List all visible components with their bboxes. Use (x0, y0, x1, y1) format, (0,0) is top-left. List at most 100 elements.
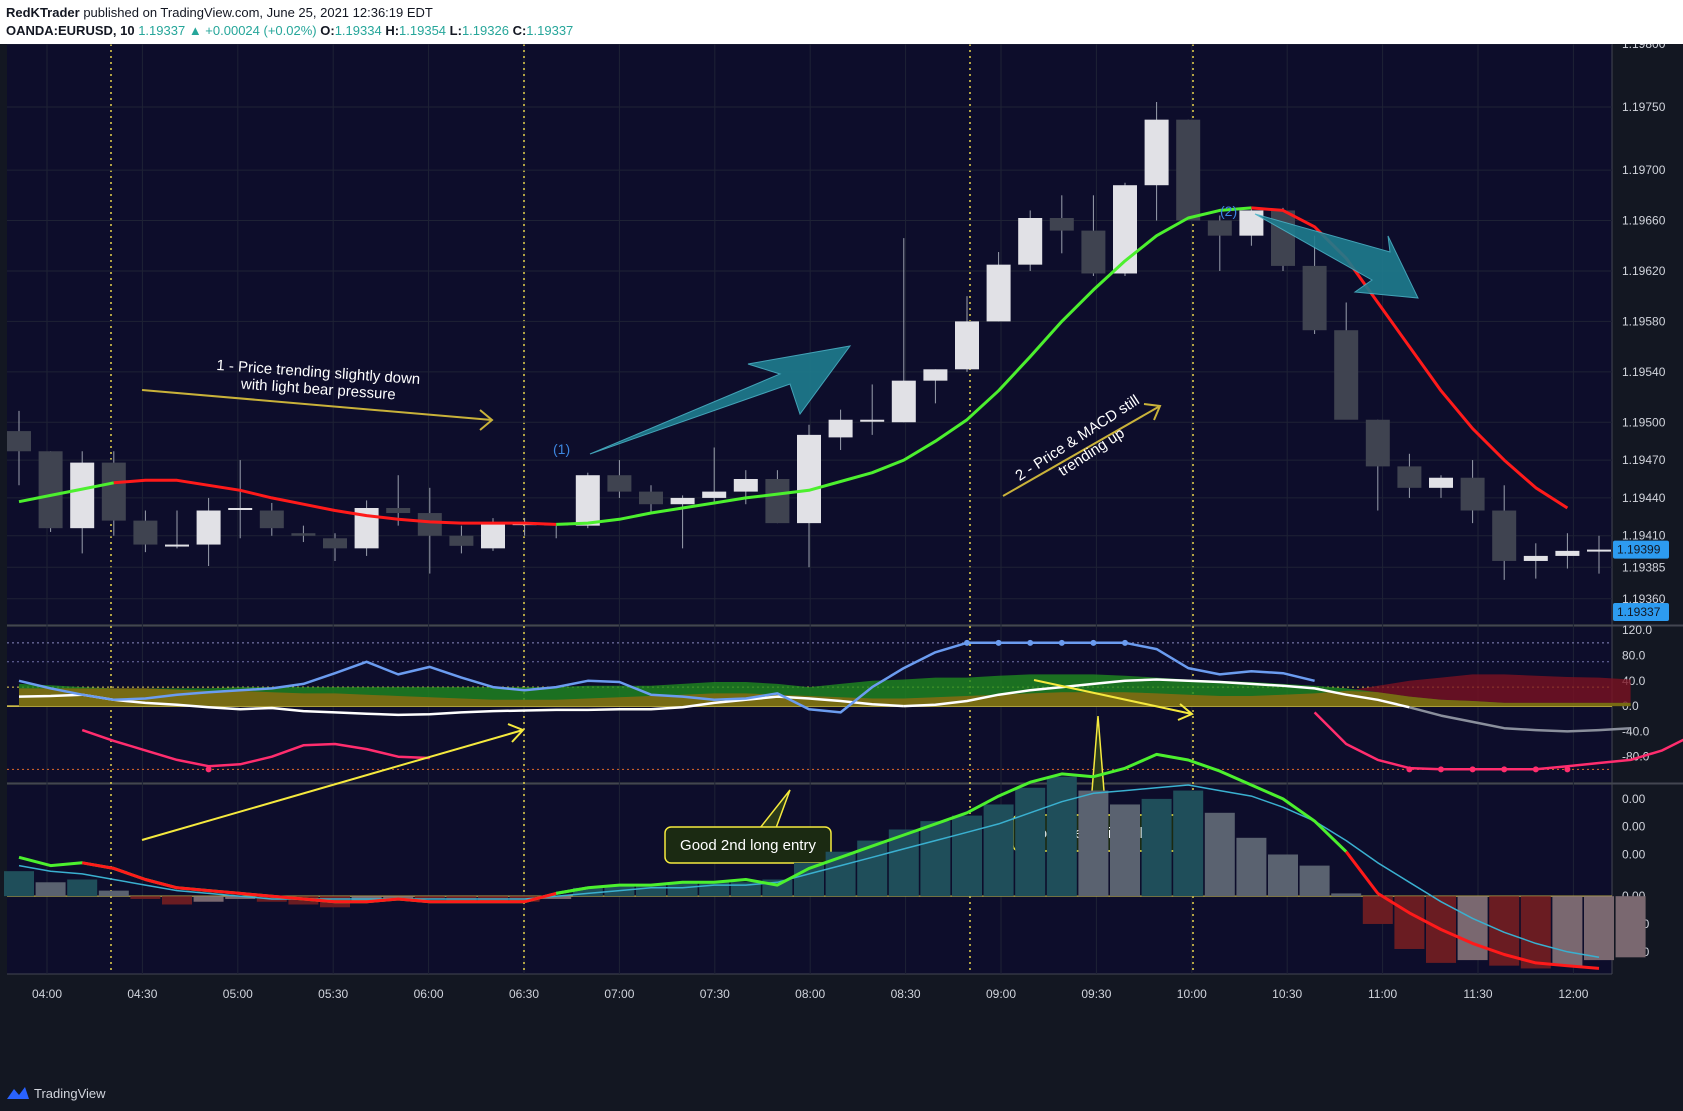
author-name[interactable]: RedKTrader (6, 5, 80, 20)
chart-header: RedKTrader published on TradingView.com,… (0, 0, 1683, 44)
x-tick-label: 08:00 (795, 987, 825, 1001)
macd-histogram-bar (1268, 854, 1298, 897)
osc-y-tick-label: 120.0 (1622, 623, 1652, 637)
macd-histogram-bar (1615, 896, 1646, 958)
candle-down (291, 533, 316, 536)
candle-up (891, 380, 916, 423)
candle-down (1492, 510, 1517, 561)
candle-down (133, 520, 158, 545)
candle-up (1523, 555, 1548, 561)
candle-down (1460, 477, 1485, 511)
annotation-label: (1) (553, 441, 570, 457)
candle-up (923, 369, 948, 381)
candle-up (670, 497, 695, 505)
osc-extreme-dot (1027, 639, 1034, 646)
osc-y-tick-label: -40.0 (1622, 724, 1650, 738)
candle-up (1144, 119, 1169, 186)
osc-extreme-dot (1406, 766, 1413, 773)
candle-up (70, 462, 95, 529)
x-tick-label: 10:00 (1177, 987, 1207, 1001)
osc-extreme-dot (1090, 639, 1097, 646)
macd-histogram-bar (4, 871, 34, 897)
macd-histogram-bar (920, 821, 951, 897)
candle-down (101, 462, 126, 521)
macd-histogram-bar (1110, 804, 1140, 897)
candle-up (228, 508, 253, 510)
candle-up (165, 544, 189, 547)
candle-down (1334, 330, 1359, 420)
macd-histogram-bar (1394, 896, 1425, 949)
open-label: O: (320, 23, 335, 38)
candle-down (417, 513, 442, 536)
symbol-name[interactable]: OANDA:EURUSD, 10 (6, 23, 135, 38)
macd-histogram-bar (1552, 896, 1583, 966)
y-tick-label: 1.19580 (1622, 314, 1666, 328)
macd-histogram-bar (193, 896, 224, 902)
osc-extreme-dot (205, 766, 212, 773)
candle-up (575, 475, 600, 526)
candle-down (386, 508, 411, 514)
candle-up (986, 264, 1011, 322)
candle-up (196, 510, 221, 545)
callout-text: Good 2nd long entry (680, 837, 816, 854)
close-value: 1.19337 (526, 23, 574, 38)
chart-footer: TradingView (0, 1076, 1683, 1111)
tradingview-brand[interactable]: TradingView (34, 1086, 106, 1101)
x-tick-label: 05:30 (318, 987, 348, 1001)
candle-up (955, 321, 979, 370)
candle-up (1429, 477, 1453, 488)
osc-extreme-dot (1532, 766, 1539, 773)
candle-up (828, 419, 853, 438)
macd-histogram-bar (952, 815, 982, 897)
osc-extreme-dot (1058, 639, 1065, 646)
candle-up (1555, 550, 1580, 556)
candle-down (1207, 220, 1232, 236)
tradingview-logo-icon[interactable] (6, 1085, 30, 1101)
candle-down (449, 535, 474, 546)
macd-histogram-bar (1204, 812, 1235, 897)
candle-up (797, 434, 821, 524)
macd-histogram-bar (67, 879, 98, 897)
high-value: 1.19354 (399, 23, 447, 38)
candle-down (765, 479, 790, 524)
osc-extreme-dot (1501, 766, 1508, 773)
price-badge-label: 1.19399 (1617, 543, 1661, 557)
x-tick-label: 04:30 (127, 987, 157, 1001)
price-badge-label: 1.19337 (1617, 605, 1661, 619)
osc-extreme-dot (1438, 766, 1444, 773)
macd-y-tick-label: 0.00 (1622, 820, 1646, 834)
chart-canvas[interactable]: 04:00 04:30 05:00 05:30 06:00 06:30 07:00 07:30… (0, 44, 1683, 1076)
y-tick-label: 1.19660 (1622, 214, 1666, 228)
x-tick-label: 05:00 (223, 987, 253, 1001)
x-tick-label: 08:30 (891, 987, 921, 1001)
candle-down (38, 451, 63, 529)
y-tick-label: 1.19440 (1622, 491, 1666, 505)
macd-histogram-bar (162, 896, 192, 905)
macd-histogram-bar (130, 896, 161, 899)
annotation-label: (2) (1220, 203, 1237, 219)
candle-up (702, 491, 727, 498)
osc-y-tick-label: 80.0 (1622, 648, 1646, 662)
publish-line: RedKTrader published on TradingView.com,… (6, 5, 433, 20)
open-value: 1.19334 (334, 23, 382, 38)
x-tick-label: 11:00 (1368, 987, 1397, 1001)
x-tick-label: 04:00 (32, 987, 62, 1001)
candle-up (733, 479, 758, 492)
candle-down (1271, 210, 1295, 266)
macd-histogram-bar (98, 890, 129, 897)
osc-extreme-dot (964, 639, 970, 646)
last-price: 1.19337 (138, 23, 186, 38)
macd-histogram-bar (1457, 896, 1488, 961)
macd-histogram-bar (1173, 790, 1204, 897)
y-tick-label: 1.19700 (1622, 163, 1666, 177)
macd-y-tick-label: 0.00 (1622, 792, 1646, 806)
x-tick-label: 06:30 (509, 987, 539, 1001)
macd-histogram-bar (983, 804, 1014, 897)
y-tick-label: 1.19470 (1622, 453, 1666, 467)
candle-down (1176, 119, 1201, 221)
macd-y-tick-label: 0.00 (1622, 847, 1646, 861)
candle-down (639, 491, 663, 505)
y-tick-label: 1.19385 (1622, 560, 1666, 574)
macd-histogram-bar (636, 885, 666, 897)
macd-histogram-bar (1078, 790, 1109, 897)
